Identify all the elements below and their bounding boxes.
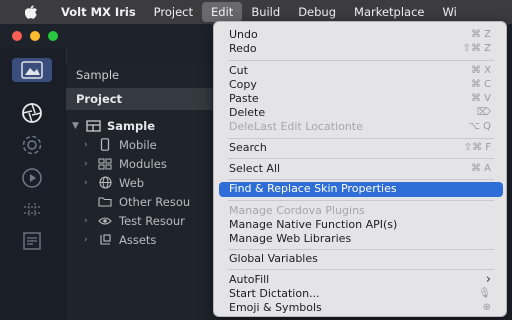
tree-item-label: Test Resour bbox=[119, 213, 185, 228]
globe-icon bbox=[96, 176, 114, 190]
tree-item-label: Web bbox=[119, 175, 145, 190]
menu-item-autofill[interactable]: AutoFill › bbox=[219, 273, 503, 287]
expanded-chevron-icon[interactable]: ▼ bbox=[72, 121, 84, 131]
menu-item-search[interactable]: Search ⇧⌘ F bbox=[219, 141, 503, 155]
project-view-icon[interactable] bbox=[12, 58, 52, 82]
aperture-icon[interactable] bbox=[17, 101, 47, 125]
settings-icon[interactable] bbox=[17, 133, 47, 157]
menu-item-delete[interactable]: Delete ⌦ bbox=[219, 106, 503, 120]
project-grid-icon bbox=[84, 119, 102, 133]
assets-icon bbox=[96, 233, 114, 247]
document-list-icon[interactable] bbox=[17, 229, 47, 253]
shortcut-label: ⌘ X bbox=[470, 65, 491, 76]
tree-item-label: Mobile bbox=[119, 137, 157, 152]
shortcut-label: ⌘ C bbox=[470, 79, 491, 90]
menu-separator bbox=[228, 158, 494, 159]
edit-menu-dropdown: Undo ⌘ Z Redo ⇧⌘ Z Cut ⌘ X Copy ⌘ C Past… bbox=[213, 21, 507, 317]
globe-icon: ⊕ bbox=[482, 302, 491, 313]
menu-separator bbox=[228, 200, 494, 201]
menu-item-paste[interactable]: Paste ⌘ V bbox=[219, 92, 503, 106]
shortcut-label: ⇧⌘ Z bbox=[462, 43, 491, 54]
collapsed-chevron-icon[interactable]: › bbox=[84, 140, 96, 150]
menu-window[interactable]: Wi bbox=[434, 2, 466, 22]
menu-item-cut[interactable]: Cut ⌘ X bbox=[219, 64, 503, 78]
tool-strip bbox=[0, 48, 67, 320]
close-window-button[interactable] bbox=[12, 31, 22, 41]
tree-item-other-resources[interactable]: Other Resou bbox=[96, 192, 190, 211]
tree-item-assets[interactable]: › Assets bbox=[84, 230, 156, 249]
microphone-icon: 🎙 bbox=[478, 288, 491, 299]
menu-separator bbox=[228, 249, 494, 250]
tree-item-label: Other Resou bbox=[119, 194, 191, 209]
zoom-window-button[interactable] bbox=[48, 31, 58, 41]
menu-separator bbox=[228, 138, 494, 139]
apple-logo-icon[interactable] bbox=[22, 0, 40, 24]
menu-separator bbox=[228, 269, 494, 270]
project-tab-title[interactable]: Sample bbox=[66, 64, 216, 86]
menu-separator bbox=[228, 60, 494, 61]
menu-item-global-variables[interactable]: Global Variables bbox=[219, 252, 503, 266]
project-header: Project bbox=[66, 88, 216, 110]
menu-marketplace[interactable]: Marketplace bbox=[345, 2, 433, 22]
tree-item-label: Modules bbox=[119, 156, 167, 171]
menu-volt-mx-iris[interactable]: Volt MX Iris bbox=[52, 2, 145, 22]
menu-item-find-replace-skin-properties[interactable]: Find & Replace Skin Properties bbox=[219, 182, 503, 197]
tree-item-sample[interactable]: ▼ Sample bbox=[72, 116, 155, 135]
menu-build[interactable]: Build bbox=[242, 2, 289, 22]
modules-icon bbox=[96, 157, 114, 171]
tree-item-label: Sample bbox=[107, 118, 155, 133]
project-panel: Sample Project ▼ Sample › Mobile › Modul… bbox=[66, 64, 216, 320]
tree-item-web[interactable]: › Web bbox=[84, 173, 144, 192]
menu-item-manage-web-libraries[interactable]: Manage Web Libraries bbox=[219, 232, 503, 246]
eye-icon bbox=[96, 214, 114, 228]
menu-item-select-all[interactable]: Select All ⌘ A bbox=[219, 162, 503, 176]
menu-item-undo[interactable]: Undo ⌘ Z bbox=[219, 28, 503, 42]
collapsed-chevron-icon[interactable]: › bbox=[84, 178, 96, 188]
shortcut-label: ⇧⌘ F bbox=[463, 142, 491, 153]
menu-item-manage-native-function-apis[interactable]: Manage Native Function API(s) bbox=[219, 218, 503, 232]
tree-item-test-resources[interactable]: › Test Resour bbox=[84, 211, 185, 230]
folder-icon bbox=[96, 195, 114, 209]
shortcut-label: ⌘ V bbox=[470, 93, 491, 104]
shortcut-label: ⌘ Z bbox=[470, 29, 491, 40]
menu-item-emoji-symbols[interactable]: Emoji & Symbols ⊕ bbox=[219, 301, 503, 315]
minimize-window-button[interactable] bbox=[30, 31, 40, 41]
menu-item-last-edit-location: DeleLast Edit Locationte ⌥ Q bbox=[229, 120, 491, 133]
collapsed-chevron-icon[interactable]: › bbox=[84, 159, 96, 169]
play-icon[interactable] bbox=[17, 166, 47, 190]
tree-item-label: Assets bbox=[119, 232, 157, 247]
collapsed-chevron-icon[interactable]: › bbox=[84, 216, 96, 226]
menu-item-start-dictation[interactable]: Start Dictation... 🎙 bbox=[219, 287, 503, 301]
submenu-chevron-icon: › bbox=[485, 272, 491, 287]
menu-separator bbox=[228, 179, 494, 180]
menu-item-manage-cordova-plugins: Manage Cordova Plugins bbox=[229, 204, 365, 217]
tree-item-modules[interactable]: › Modules bbox=[84, 154, 167, 173]
shortcut-label: ⌥ Q bbox=[468, 121, 491, 132]
shortcut-label: ⌦ bbox=[476, 107, 491, 118]
phone-icon bbox=[96, 138, 114, 152]
menu-item-redo[interactable]: Redo ⇧⌘ Z bbox=[219, 42, 503, 56]
grid-icon[interactable] bbox=[17, 198, 47, 222]
menu-debug[interactable]: Debug bbox=[289, 2, 345, 22]
collapsed-chevron-icon[interactable]: › bbox=[84, 235, 96, 245]
menu-project[interactable]: Project bbox=[145, 2, 202, 22]
tree-item-mobile[interactable]: › Mobile bbox=[84, 135, 157, 154]
menu-item-copy[interactable]: Copy ⌘ C bbox=[219, 78, 503, 92]
shortcut-label: ⌘ A bbox=[470, 163, 491, 174]
menu-edit[interactable]: Edit bbox=[202, 2, 243, 22]
